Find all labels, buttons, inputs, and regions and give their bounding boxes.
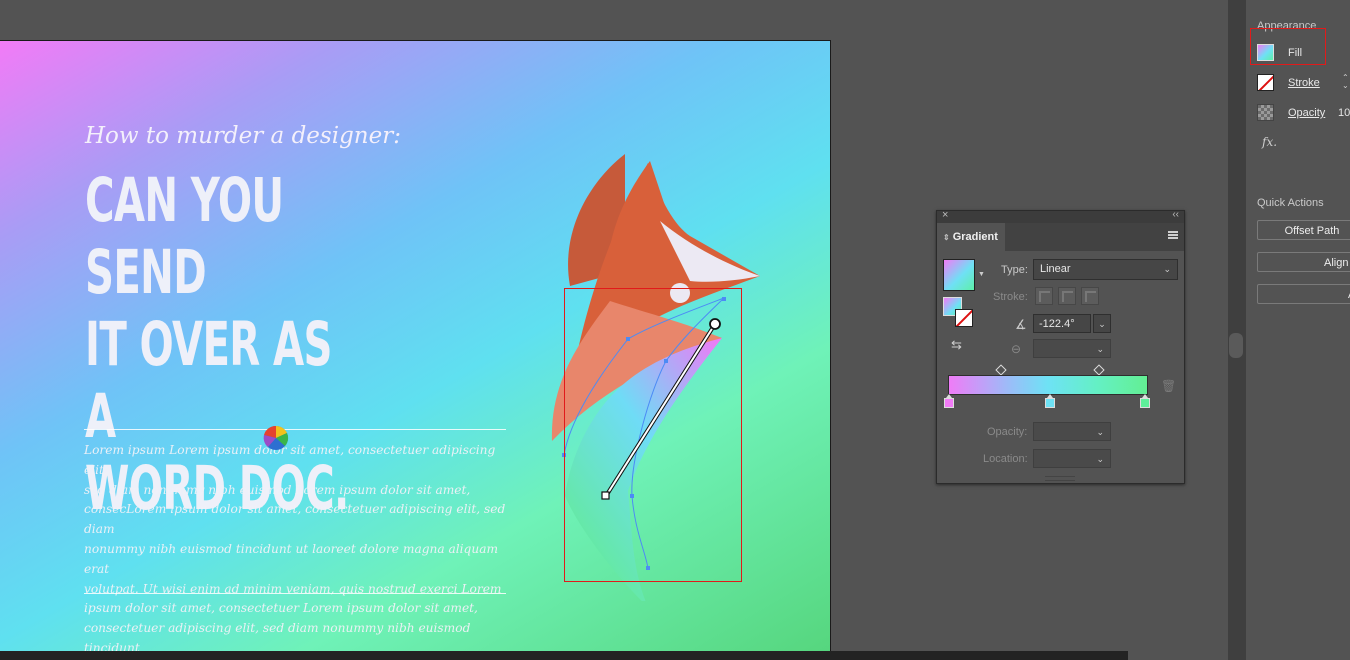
- trash-icon[interactable]: 🗑: [1161, 379, 1176, 393]
- stroke-within-button[interactable]: [1035, 287, 1053, 305]
- resize-handle[interactable]: [1045, 476, 1075, 481]
- chevron-down-icon: ⌄: [1163, 264, 1171, 274]
- reverse-gradient-icon[interactable]: ⇆: [951, 337, 962, 353]
- body-line: consecLorem ipsum dolor sit amet, consec…: [84, 502, 506, 537]
- panel-titlebar[interactable]: × ‹‹: [937, 209, 1184, 223]
- chevron-down-icon: ⌄: [1096, 344, 1104, 354]
- fx-icon[interactable]: fx.: [1262, 135, 1277, 149]
- gradient-stop[interactable]: [1140, 394, 1150, 408]
- tab-gradient[interactable]: ⇕ Gradient: [937, 223, 1005, 251]
- opacity-value[interactable]: 10: [1338, 107, 1350, 119]
- gradient-stop[interactable]: [1045, 394, 1055, 408]
- gradient-swatch[interactable]: [943, 259, 975, 291]
- body-paragraph[interactable]: Lorem ipsum Lorem ipsum dolor sit amet, …: [84, 441, 506, 651]
- body-line: consectetuer adipiscing elit, sed diam n…: [84, 621, 471, 651]
- type-label: Type:: [1001, 264, 1028, 276]
- fill-stroke-toggle[interactable]: [943, 297, 975, 329]
- collapse-icon[interactable]: ‹‹: [1172, 209, 1179, 220]
- gradient-slider[interactable]: [948, 375, 1148, 395]
- stroke-along-button[interactable]: [1058, 287, 1076, 305]
- chevron-down-icon: ⌄: [1096, 427, 1104, 437]
- angle-input[interactable]: -122.4°: [1033, 314, 1091, 333]
- stroke-stepper-icon[interactable]: ⌃ ⌄: [1342, 74, 1349, 90]
- body-line: nonummy nibh euismod tincidunt ut laoree…: [84, 541, 499, 576]
- gradient-midpoint[interactable]: [1093, 364, 1105, 376]
- panel-tab-row: ⇕ Gradient: [937, 223, 1184, 251]
- horizontal-scrollbar-track[interactable]: [0, 651, 1128, 660]
- align-button[interactable]: Align: [1257, 252, 1350, 272]
- stroke-label: Stroke:: [993, 291, 1028, 303]
- stroke-across-button[interactable]: [1081, 287, 1099, 305]
- panel-menu-icon[interactable]: [1168, 231, 1178, 239]
- offset-path-button[interactable]: Offset Path: [1257, 220, 1350, 240]
- dock-scroll-handle[interactable]: [1229, 333, 1243, 358]
- body-line: sed diam nonummy nibh euismod Lorem ipsu…: [84, 482, 471, 497]
- body-line: Lorem ipsum Lorem ipsum dolor sit amet, …: [84, 443, 496, 477]
- location-select[interactable]: ⌄: [1033, 449, 1111, 468]
- gradient-midpoint[interactable]: [995, 364, 1007, 376]
- opacity-select[interactable]: ⌄: [1033, 422, 1111, 441]
- dock-divider: [1228, 0, 1246, 660]
- location-label: Location:: [983, 453, 1028, 465]
- close-icon[interactable]: ×: [942, 209, 948, 221]
- headline-line: IT OVER AS A: [85, 309, 333, 452]
- opacity-swatch: [1257, 104, 1274, 121]
- type-value: Linear: [1040, 263, 1071, 275]
- body-line: ipsum dolor sit amet, consectetuer Lorem…: [84, 601, 478, 616]
- angle-icon: ∡: [1015, 317, 1027, 332]
- gradient-panel[interactable]: × ‹‹ ⇕ Gradient ▼ Type: Linear ⌄ Stroke: …: [936, 209, 1185, 484]
- highlight-box-fill: [1250, 28, 1326, 65]
- chevron-down-icon: ⌄: [1096, 454, 1104, 464]
- updown-arrows-icon: ⇕: [943, 233, 950, 242]
- stroke-swatch[interactable]: [955, 309, 973, 327]
- divider-top: [84, 429, 506, 430]
- aspect-ratio-icon: ⊖: [1011, 342, 1022, 356]
- highlight-box-fox-gradient: [564, 288, 742, 582]
- opacity-label: Opacity:: [987, 426, 1028, 438]
- chevron-down-icon[interactable]: ▼: [978, 271, 985, 278]
- appearance-panel: Appearance Fill Stroke ⌃ ⌄ Opacity 10 fx.…: [1246, 0, 1350, 660]
- headline-line: CAN YOU SEND: [85, 165, 284, 308]
- tab-label: Gradient: [952, 231, 998, 243]
- aspect-ratio-select[interactable]: ⌄: [1033, 339, 1111, 358]
- gradient-type-select[interactable]: Linear ⌄: [1033, 259, 1178, 280]
- angle-dropdown[interactable]: ⌄: [1093, 314, 1111, 333]
- gradient-stop[interactable]: [944, 394, 954, 408]
- subtitle-text[interactable]: How to murder a designer:: [85, 123, 401, 149]
- divider-bottom: [84, 593, 506, 594]
- opacity-link[interactable]: Opacity: [1288, 107, 1325, 119]
- stroke-link[interactable]: Stroke: [1288, 77, 1320, 89]
- busy-cursor-icon: [263, 425, 289, 450]
- quick-action-button[interactable]: A: [1257, 284, 1350, 304]
- stroke-swatch[interactable]: [1257, 74, 1274, 91]
- quick-actions-title: Quick Actions: [1257, 197, 1324, 209]
- body-line: volutpat. Ut wisi enim ad minim veniam, …: [84, 581, 502, 596]
